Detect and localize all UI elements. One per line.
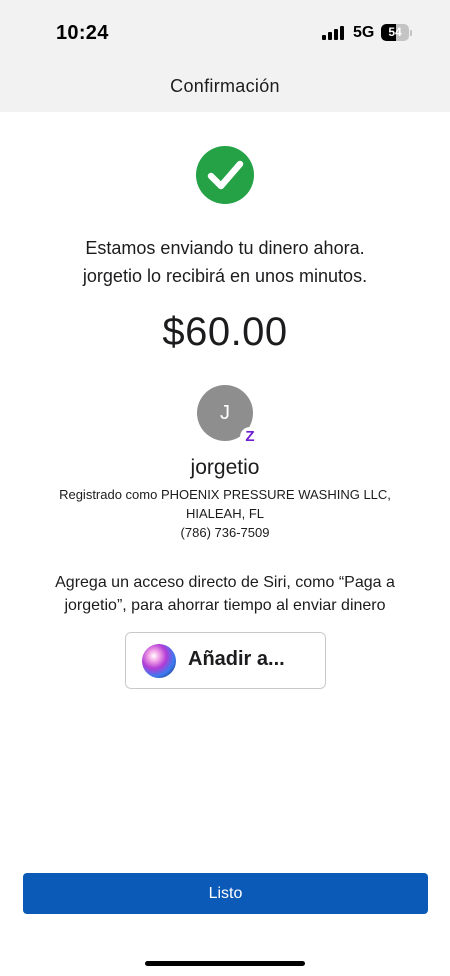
status-bar: 10:24 5G 54 — [0, 0, 450, 62]
add-to-siri-button[interactable]: Añadir a... — [125, 632, 326, 689]
home-indicator[interactable] — [145, 961, 305, 966]
zelle-logo-icon: Z — [240, 427, 260, 447]
recipient-name: jorgetio — [190, 456, 260, 479]
battery-percent: 54 — [388, 25, 402, 39]
recipient-phone: (786) 736-7509 — [180, 525, 270, 540]
siri-icon — [142, 644, 176, 678]
battery-icon: 54 — [381, 24, 409, 41]
registered-business: Registrado como PHOENIX PRESSURE WASHING… — [59, 487, 391, 502]
siri-shortcut-description: Agrega un acceso directo de Siri, como “… — [10, 571, 440, 617]
registered-location: HIALEAH, FL — [185, 506, 265, 521]
confirmation-message: Estamos enviando tu dinero ahora. jorget… — [20, 234, 430, 290]
status-time: 10:24 — [56, 22, 109, 44]
amount-sent: $60.00 — [162, 310, 288, 354]
add-to-siri-label: Añadir a... — [188, 648, 285, 670]
cellular-signal-icon — [322, 26, 346, 40]
message-line-1: Estamos enviando tu dinero ahora. — [85, 238, 365, 258]
done-button[interactable]: Listo — [23, 873, 428, 914]
siri-text-line-2: jorgetio”, para ahorrar tiempo al enviar… — [64, 597, 386, 614]
page-title: Confirmación — [170, 76, 280, 96]
battery-tip — [410, 30, 412, 36]
top-area: 10:24 5G 54 Confirmación — [0, 0, 450, 112]
siri-text-line-1: Agrega un acceso directo de Siri, como “… — [55, 574, 395, 591]
checkmark-circle-icon — [196, 146, 254, 204]
network-type: 5G — [353, 24, 375, 41]
message-line-2: jorgetio lo recibirá en unos minutos. — [82, 266, 368, 286]
registration-info: Registrado como PHOENIX PRESSURE WASHING… — [10, 485, 440, 542]
